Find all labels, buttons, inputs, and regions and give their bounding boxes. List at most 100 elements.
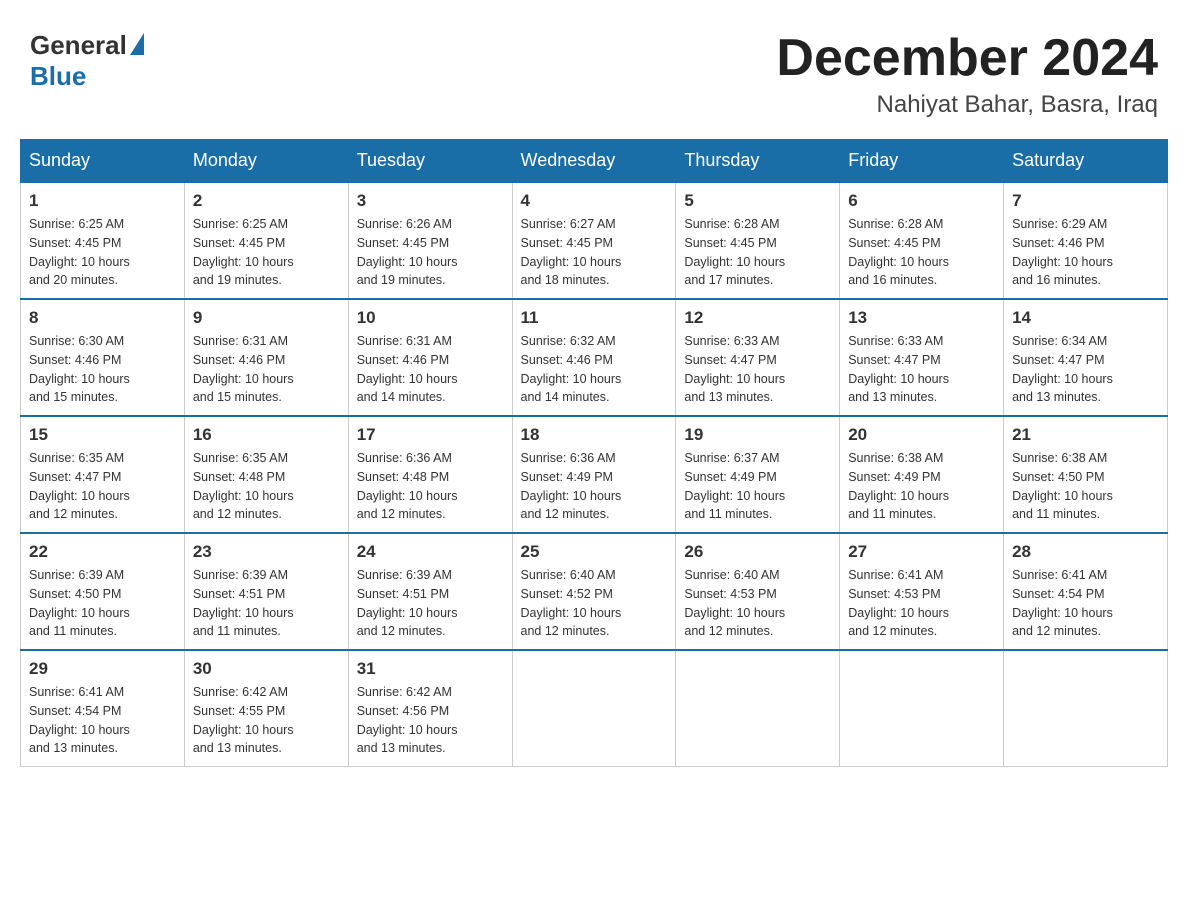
day-number: 4 bbox=[521, 191, 668, 211]
day-number: 12 bbox=[684, 308, 831, 328]
header-cell-thursday: Thursday bbox=[676, 140, 840, 183]
header-cell-monday: Monday bbox=[184, 140, 348, 183]
header: General Blue December 2024 Nahiyat Bahar… bbox=[20, 20, 1168, 119]
day-cell: 19 Sunrise: 6:37 AMSunset: 4:49 PMDaylig… bbox=[676, 416, 840, 533]
day-info: Sunrise: 6:28 AMSunset: 4:45 PMDaylight:… bbox=[684, 215, 831, 290]
day-cell: 24 Sunrise: 6:39 AMSunset: 4:51 PMDaylig… bbox=[348, 533, 512, 650]
day-cell: 4 Sunrise: 6:27 AMSunset: 4:45 PMDayligh… bbox=[512, 182, 676, 299]
day-number: 15 bbox=[29, 425, 176, 445]
title-area: December 2024 Nahiyat Bahar, Basra, Iraq bbox=[776, 30, 1158, 119]
day-info: Sunrise: 6:40 AMSunset: 4:53 PMDaylight:… bbox=[684, 566, 831, 641]
day-number: 8 bbox=[29, 308, 176, 328]
day-number: 2 bbox=[193, 191, 340, 211]
day-cell: 6 Sunrise: 6:28 AMSunset: 4:45 PMDayligh… bbox=[840, 182, 1004, 299]
day-cell: 17 Sunrise: 6:36 AMSunset: 4:48 PMDaylig… bbox=[348, 416, 512, 533]
day-cell: 31 Sunrise: 6:42 AMSunset: 4:56 PMDaylig… bbox=[348, 650, 512, 767]
day-number: 3 bbox=[357, 191, 504, 211]
day-cell: 12 Sunrise: 6:33 AMSunset: 4:47 PMDaylig… bbox=[676, 299, 840, 416]
header-cell-saturday: Saturday bbox=[1004, 140, 1168, 183]
day-cell: 25 Sunrise: 6:40 AMSunset: 4:52 PMDaylig… bbox=[512, 533, 676, 650]
location-title: Nahiyat Bahar, Basra, Iraq bbox=[776, 91, 1158, 119]
header-cell-sunday: Sunday bbox=[21, 140, 185, 183]
day-cell: 11 Sunrise: 6:32 AMSunset: 4:46 PMDaylig… bbox=[512, 299, 676, 416]
header-cell-tuesday: Tuesday bbox=[348, 140, 512, 183]
week-row-4: 22 Sunrise: 6:39 AMSunset: 4:50 PMDaylig… bbox=[21, 533, 1168, 650]
day-cell: 3 Sunrise: 6:26 AMSunset: 4:45 PMDayligh… bbox=[348, 182, 512, 299]
day-info: Sunrise: 6:39 AMSunset: 4:51 PMDaylight:… bbox=[357, 566, 504, 641]
day-number: 21 bbox=[1012, 425, 1159, 445]
day-info: Sunrise: 6:33 AMSunset: 4:47 PMDaylight:… bbox=[684, 332, 831, 407]
day-info: Sunrise: 6:27 AMSunset: 4:45 PMDaylight:… bbox=[521, 215, 668, 290]
day-cell: 2 Sunrise: 6:25 AMSunset: 4:45 PMDayligh… bbox=[184, 182, 348, 299]
day-info: Sunrise: 6:31 AMSunset: 4:46 PMDaylight:… bbox=[357, 332, 504, 407]
day-number: 13 bbox=[848, 308, 995, 328]
header-cell-friday: Friday bbox=[840, 140, 1004, 183]
day-cell: 20 Sunrise: 6:38 AMSunset: 4:49 PMDaylig… bbox=[840, 416, 1004, 533]
day-info: Sunrise: 6:35 AMSunset: 4:47 PMDaylight:… bbox=[29, 449, 176, 524]
day-number: 24 bbox=[357, 542, 504, 562]
day-info: Sunrise: 6:28 AMSunset: 4:45 PMDaylight:… bbox=[848, 215, 995, 290]
day-cell: 27 Sunrise: 6:41 AMSunset: 4:53 PMDaylig… bbox=[840, 533, 1004, 650]
day-info: Sunrise: 6:39 AMSunset: 4:50 PMDaylight:… bbox=[29, 566, 176, 641]
day-number: 7 bbox=[1012, 191, 1159, 211]
day-number: 29 bbox=[29, 659, 176, 679]
day-number: 25 bbox=[521, 542, 668, 562]
day-number: 1 bbox=[29, 191, 176, 211]
day-cell: 7 Sunrise: 6:29 AMSunset: 4:46 PMDayligh… bbox=[1004, 182, 1168, 299]
day-cell bbox=[676, 650, 840, 767]
day-info: Sunrise: 6:25 AMSunset: 4:45 PMDaylight:… bbox=[193, 215, 340, 290]
day-cell: 18 Sunrise: 6:36 AMSunset: 4:49 PMDaylig… bbox=[512, 416, 676, 533]
day-cell: 16 Sunrise: 6:35 AMSunset: 4:48 PMDaylig… bbox=[184, 416, 348, 533]
day-number: 6 bbox=[848, 191, 995, 211]
day-info: Sunrise: 6:29 AMSunset: 4:46 PMDaylight:… bbox=[1012, 215, 1159, 290]
calendar-body: 1 Sunrise: 6:25 AMSunset: 4:45 PMDayligh… bbox=[21, 182, 1168, 767]
day-number: 20 bbox=[848, 425, 995, 445]
calendar-table: SundayMondayTuesdayWednesdayThursdayFrid… bbox=[20, 139, 1168, 767]
day-number: 30 bbox=[193, 659, 340, 679]
week-row-2: 8 Sunrise: 6:30 AMSunset: 4:46 PMDayligh… bbox=[21, 299, 1168, 416]
day-info: Sunrise: 6:40 AMSunset: 4:52 PMDaylight:… bbox=[521, 566, 668, 641]
day-info: Sunrise: 6:31 AMSunset: 4:46 PMDaylight:… bbox=[193, 332, 340, 407]
week-row-5: 29 Sunrise: 6:41 AMSunset: 4:54 PMDaylig… bbox=[21, 650, 1168, 767]
day-number: 28 bbox=[1012, 542, 1159, 562]
day-info: Sunrise: 6:37 AMSunset: 4:49 PMDaylight:… bbox=[684, 449, 831, 524]
day-info: Sunrise: 6:34 AMSunset: 4:47 PMDaylight:… bbox=[1012, 332, 1159, 407]
header-cell-wednesday: Wednesday bbox=[512, 140, 676, 183]
logo: General Blue bbox=[30, 30, 144, 92]
day-cell: 1 Sunrise: 6:25 AMSunset: 4:45 PMDayligh… bbox=[21, 182, 185, 299]
day-number: 10 bbox=[357, 308, 504, 328]
day-info: Sunrise: 6:33 AMSunset: 4:47 PMDaylight:… bbox=[848, 332, 995, 407]
day-cell: 28 Sunrise: 6:41 AMSunset: 4:54 PMDaylig… bbox=[1004, 533, 1168, 650]
day-number: 5 bbox=[684, 191, 831, 211]
day-cell: 5 Sunrise: 6:28 AMSunset: 4:45 PMDayligh… bbox=[676, 182, 840, 299]
day-info: Sunrise: 6:38 AMSunset: 4:49 PMDaylight:… bbox=[848, 449, 995, 524]
day-cell: 23 Sunrise: 6:39 AMSunset: 4:51 PMDaylig… bbox=[184, 533, 348, 650]
day-number: 14 bbox=[1012, 308, 1159, 328]
day-info: Sunrise: 6:30 AMSunset: 4:46 PMDaylight:… bbox=[29, 332, 176, 407]
day-info: Sunrise: 6:39 AMSunset: 4:51 PMDaylight:… bbox=[193, 566, 340, 641]
day-info: Sunrise: 6:36 AMSunset: 4:48 PMDaylight:… bbox=[357, 449, 504, 524]
day-number: 27 bbox=[848, 542, 995, 562]
day-number: 9 bbox=[193, 308, 340, 328]
day-info: Sunrise: 6:41 AMSunset: 4:54 PMDaylight:… bbox=[29, 683, 176, 758]
week-row-3: 15 Sunrise: 6:35 AMSunset: 4:47 PMDaylig… bbox=[21, 416, 1168, 533]
day-number: 31 bbox=[357, 659, 504, 679]
day-info: Sunrise: 6:42 AMSunset: 4:55 PMDaylight:… bbox=[193, 683, 340, 758]
day-cell: 8 Sunrise: 6:30 AMSunset: 4:46 PMDayligh… bbox=[21, 299, 185, 416]
day-info: Sunrise: 6:26 AMSunset: 4:45 PMDaylight:… bbox=[357, 215, 504, 290]
day-info: Sunrise: 6:42 AMSunset: 4:56 PMDaylight:… bbox=[357, 683, 504, 758]
day-cell bbox=[1004, 650, 1168, 767]
day-number: 11 bbox=[521, 308, 668, 328]
logo-general-text: General bbox=[30, 30, 127, 61]
day-cell: 9 Sunrise: 6:31 AMSunset: 4:46 PMDayligh… bbox=[184, 299, 348, 416]
day-cell: 29 Sunrise: 6:41 AMSunset: 4:54 PMDaylig… bbox=[21, 650, 185, 767]
day-cell: 14 Sunrise: 6:34 AMSunset: 4:47 PMDaylig… bbox=[1004, 299, 1168, 416]
day-number: 17 bbox=[357, 425, 504, 445]
day-number: 16 bbox=[193, 425, 340, 445]
logo-top: General bbox=[30, 30, 144, 61]
day-cell: 15 Sunrise: 6:35 AMSunset: 4:47 PMDaylig… bbox=[21, 416, 185, 533]
day-cell: 21 Sunrise: 6:38 AMSunset: 4:50 PMDaylig… bbox=[1004, 416, 1168, 533]
day-number: 18 bbox=[521, 425, 668, 445]
day-info: Sunrise: 6:36 AMSunset: 4:49 PMDaylight:… bbox=[521, 449, 668, 524]
day-cell: 22 Sunrise: 6:39 AMSunset: 4:50 PMDaylig… bbox=[21, 533, 185, 650]
